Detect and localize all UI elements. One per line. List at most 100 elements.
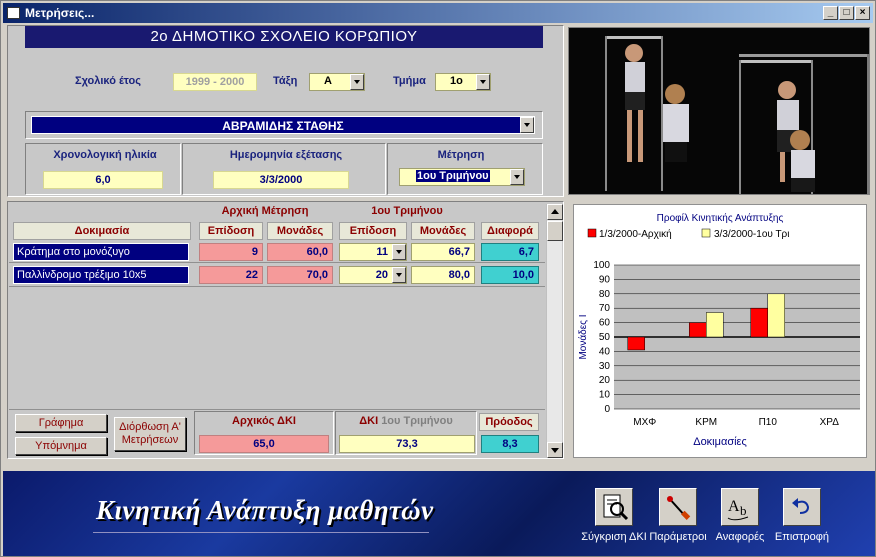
diff-header: Διαφορά: [481, 222, 539, 240]
compare-dki-label: Σύγκριση ΔΚΙ: [581, 531, 647, 543]
bar-Π10-0: [750, 307, 768, 338]
reports-label: Αναφορές: [715, 531, 765, 543]
correct-btn-line2: Μετρήσεων: [121, 434, 179, 446]
window-icon: [7, 7, 20, 19]
y-tick-label: 50: [599, 332, 611, 343]
student-select[interactable]: ΑΒΡΑΜΙΔΗΣ ΣΤΑΘΗΣ: [31, 116, 535, 134]
test-column-header: Δοκιμασία: [13, 222, 191, 240]
diff-cell[interactable]: 6,7: [481, 243, 539, 261]
date-field[interactable]: 3/3/2000: [213, 171, 349, 189]
dki-label-b: 1ου Τριμήνου: [381, 415, 453, 427]
motor-profile-chart: Προφίλ Κινητικής Ανάπτυξης 1/3/2000-Αρχι…: [573, 204, 867, 458]
init-units-cell[interactable]: 70,0: [267, 266, 333, 284]
chevron-down-icon[interactable]: [350, 74, 364, 90]
init-units-cell[interactable]: 60,0: [267, 243, 333, 261]
year-field[interactable]: 1999 - 2000: [173, 73, 257, 91]
chart-svg: Προφίλ Κινητικής Ανάπτυξης 1/3/2000-Αρχι…: [577, 212, 860, 448]
gymnastics-photo-icon: [569, 28, 869, 194]
return-label: Επιστροφή: [774, 531, 830, 543]
scroll-thumb[interactable]: [547, 221, 563, 241]
initial-dki-label: Αρχικός ΔΚΙ: [232, 415, 296, 427]
student-name: ΑΒΡΑΜΙΔΗΣ ΣΤΑΘΗΣ: [222, 119, 344, 133]
window-title: Μετρήσεις...: [25, 6, 95, 20]
cur-perf-value: 11: [376, 246, 388, 258]
dki-label: ΔΚΙ 1ου Τριμήνου: [337, 415, 475, 427]
banner-text: Κινητική Ανάπτυξη μαθητών: [96, 495, 434, 525]
cur-units-header: Μονάδες: [411, 222, 475, 240]
cur-perf-header: Επίδοση: [339, 222, 407, 240]
school-title: 2ο ΔΗΜΟΤΙΚΟ ΣΧΟΛΕΙΟ ΚΟΡΩΠΙΟΥ: [25, 26, 543, 48]
x-axis-label: Δοκιμασίες: [693, 436, 747, 448]
chevron-down-icon[interactable]: [510, 169, 524, 185]
row-test-name[interactable]: Παλλίνδρομο τρέξιμο 10x5: [13, 266, 189, 284]
initial-header: Αρχική Μέτρηση: [221, 205, 309, 217]
y-tick-label: 10: [599, 390, 611, 401]
section-value: 1ο: [450, 75, 463, 87]
measurement-label: Μέτρηση: [437, 149, 485, 161]
abc-spelling-icon: Ab: [727, 498, 749, 521]
close-button[interactable]: ×: [855, 6, 870, 20]
init-units-header: Μονάδες: [267, 222, 333, 240]
parameters-button[interactable]: [659, 488, 697, 526]
svg-text:A: A: [728, 498, 740, 515]
age-label: Χρονολογική ηλικία: [53, 149, 157, 161]
minimize-button[interactable]: _: [823, 6, 838, 20]
graph-button[interactable]: Γράφημα: [15, 414, 107, 432]
scroll-down-button[interactable]: [547, 442, 563, 458]
bar-ΚΡΜ-1: [706, 312, 724, 338]
y-tick-label: 0: [604, 404, 610, 415]
arrow-down-icon: [551, 448, 559, 453]
return-button[interactable]: [783, 488, 821, 526]
cur-units-cell[interactable]: 66,7: [411, 243, 475, 261]
reports-button[interactable]: Ab: [721, 488, 759, 526]
measurement-value: 1ου Τριμήνου: [416, 170, 490, 182]
chevron-down-icon[interactable]: [476, 74, 490, 90]
section-label: Τμήμα: [393, 75, 426, 87]
correct-btn-line1: Διόρθωση Α': [119, 421, 181, 433]
class-select[interactable]: Α: [309, 73, 365, 91]
svg-text:b: b: [740, 503, 747, 518]
dki-value[interactable]: 73,3: [339, 435, 475, 453]
correct-measurements-button[interactable]: Διόρθωση Α' Μετρήσεων: [114, 417, 186, 451]
x-tick-label: ΧΡΔ: [820, 417, 840, 428]
progress-value[interactable]: 8,3: [481, 435, 539, 453]
diff-cell[interactable]: 10,0: [481, 266, 539, 284]
arrow-up-icon: [551, 209, 559, 214]
x-tick-label: ΚΡΜ: [695, 417, 717, 428]
measurement-select[interactable]: 1ου Τριμήνου: [399, 168, 525, 186]
section-select[interactable]: 1ο: [435, 73, 491, 91]
banner-underline: [93, 532, 429, 533]
magnifier-document-icon: [603, 494, 629, 521]
y-axis-label: Μονάδες Ι: [577, 314, 589, 359]
row-test-name[interactable]: Κράτημα στο μονόζυγο: [13, 243, 189, 261]
pen-tool-icon: [667, 496, 691, 520]
age-field[interactable]: 6,0: [43, 171, 163, 189]
legend-button[interactable]: Υπόμνημα: [15, 437, 107, 455]
y-tick-label: 90: [599, 274, 611, 285]
init-perf-cell[interactable]: 9: [199, 243, 263, 261]
legend-swatch-0: [587, 228, 597, 238]
maximize-button[interactable]: □: [839, 6, 854, 20]
chevron-down-icon[interactable]: [520, 117, 534, 133]
y-tick-label: 20: [599, 375, 611, 386]
init-perf-header: Επίδοση: [199, 222, 263, 240]
scroll-up-button[interactable]: [547, 204, 563, 220]
x-tick-label: ΜΧΦ: [633, 417, 656, 428]
cur-perf-select[interactable]: 20: [339, 266, 407, 284]
init-perf-cell[interactable]: 22: [199, 266, 263, 284]
cur-units-cell[interactable]: 80,0: [411, 266, 475, 284]
y-tick-label: 80: [599, 289, 611, 300]
compare-dki-button[interactable]: [595, 488, 633, 526]
parameters-label: Παράμετροι: [649, 531, 707, 543]
students-exercise-photo: [568, 27, 870, 195]
y-tick-label: 100: [593, 260, 610, 271]
chevron-down-icon[interactable]: [392, 244, 406, 260]
chevron-down-icon[interactable]: [392, 267, 406, 283]
table-scrollbar[interactable]: [546, 204, 563, 458]
main-window: Μετρήσεις... _ □ × 2ο ΔΗΜΟΤΙΚΟ ΣΧΟΛΕΙΟ Κ…: [0, 0, 876, 557]
year-label: Σχολικό έτος: [75, 75, 141, 87]
initial-dki-value[interactable]: 65,0: [199, 435, 329, 453]
cur-perf-select[interactable]: 11: [339, 243, 407, 261]
title-bar: Μετρήσεις... _ □ ×: [3, 3, 873, 23]
y-tick-label: 30: [599, 361, 611, 372]
